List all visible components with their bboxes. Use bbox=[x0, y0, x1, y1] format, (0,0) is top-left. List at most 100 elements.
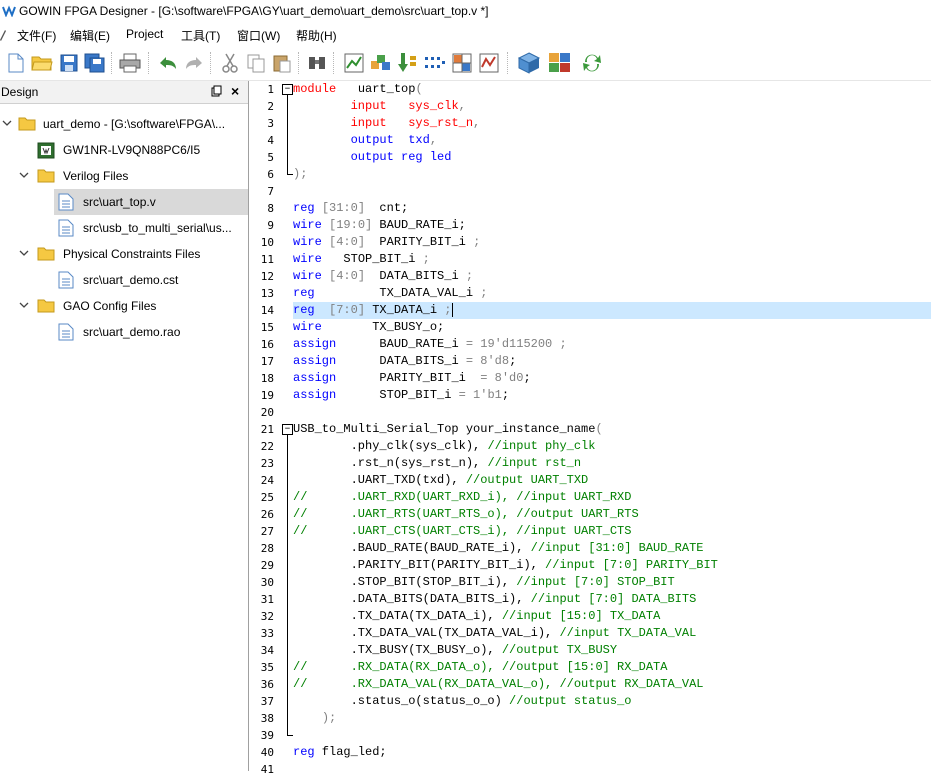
code-line[interactable]: output txd, bbox=[293, 132, 931, 149]
code-line[interactable] bbox=[293, 761, 931, 778]
code-line[interactable]: .status_o(status_o_o) //output status_o bbox=[293, 693, 931, 710]
code-line[interactable]: .PARITY_BIT(PARITY_BIT_i), //input [7:0]… bbox=[293, 557, 931, 574]
code-line[interactable]: wire STOP_BIT_i ; bbox=[293, 251, 931, 268]
line-number: 29 bbox=[260, 559, 274, 572]
code-line[interactable]: output reg led bbox=[293, 149, 931, 166]
code-line[interactable]: USB_to_Multi_Serial_Top your_instance_na… bbox=[293, 421, 931, 438]
float-panel-icon[interactable] bbox=[211, 85, 222, 97]
code-line[interactable]: input sys_clk, bbox=[293, 98, 931, 115]
code-line[interactable]: .TX_DATA_VAL(TX_DATA_VAL_i), //input TX_… bbox=[293, 625, 931, 642]
line-number: 2 bbox=[267, 100, 274, 113]
code-token: ( bbox=[415, 82, 423, 96]
code-line[interactable]: reg TX_DATA_VAL_i ; bbox=[293, 285, 931, 302]
menu-project[interactable]: Project bbox=[126, 27, 163, 41]
window-title: GOWIN FPGA Designer - [G:\software\FPGA\… bbox=[19, 4, 489, 18]
paste-icon[interactable] bbox=[270, 51, 294, 75]
line-number: 17 bbox=[260, 355, 274, 368]
code-line[interactable]: assign BAUD_RATE_i = 19'd115200 ; bbox=[293, 336, 931, 353]
pin-planner-icon[interactable] bbox=[423, 51, 447, 75]
copy-icon[interactable] bbox=[244, 51, 268, 75]
tree-item-usb-to-multi-serial[interactable]: src\usb_to_multi_serial\us... bbox=[54, 215, 248, 241]
synthesize-icon[interactable] bbox=[342, 51, 366, 75]
find-icon[interactable] bbox=[305, 51, 329, 75]
tree-item-project[interactable]: uart_demo - [G:\software\FPGA\... bbox=[0, 111, 248, 137]
code-line[interactable]: // .RX_DATA(RX_DATA_o), //output [15:0] … bbox=[293, 659, 931, 676]
code-line[interactable]: wire [4:0] DATA_BITS_i ; bbox=[293, 268, 931, 285]
code-line[interactable] bbox=[293, 727, 931, 744]
code-line[interactable]: assign PARITY_BIT_i = 8'd0; bbox=[293, 370, 931, 387]
line-number: 26 bbox=[260, 508, 274, 521]
code-line[interactable]: .BAUD_RATE(BAUD_RATE_i), //input [31:0] … bbox=[293, 540, 931, 557]
ip-core-icon[interactable] bbox=[517, 51, 541, 75]
menu-help[interactable]: 帮助(H) bbox=[296, 27, 337, 44]
tree-item-uart-demo-rao[interactable]: src\uart_demo.rao bbox=[54, 319, 248, 345]
code-line[interactable]: reg [31:0] cnt; bbox=[293, 200, 931, 217]
tree-item-device[interactable]: GW1NR-LV9QN88PC6/I5 bbox=[0, 137, 248, 163]
code-line[interactable]: // .UART_RXD(UART_RXD_i), //input UART_R… bbox=[293, 489, 931, 506]
code-line[interactable]: // .UART_RTS(UART_RTS_o), //output UART_… bbox=[293, 506, 931, 523]
code-line[interactable]: .TX_DATA(TX_DATA_i), //input [15:0] TX_D… bbox=[293, 608, 931, 625]
code-line[interactable]: assign DATA_BITS_i = 8'd8; bbox=[293, 353, 931, 370]
code-line[interactable]: module uart_top( bbox=[293, 81, 931, 98]
print-icon[interactable] bbox=[118, 51, 142, 75]
code-line[interactable]: wire [4:0] PARITY_BIT_i ; bbox=[293, 234, 931, 251]
code-line[interactable]: .rst_n(sys_rst_n), //input rst_n bbox=[293, 455, 931, 472]
gao-icon[interactable] bbox=[477, 51, 501, 75]
code-line[interactable]: .phy_clk(sys_clk), //input phy_clk bbox=[293, 438, 931, 455]
tree-item-uart-demo-cst[interactable]: src\uart_demo.cst bbox=[54, 267, 248, 293]
save-icon[interactable] bbox=[57, 51, 81, 75]
code-line[interactable]: ); bbox=[293, 166, 931, 183]
menu-window[interactable]: 窗口(W) bbox=[237, 27, 280, 44]
line-number: 21 bbox=[260, 423, 274, 436]
open-folder-icon[interactable] bbox=[30, 51, 54, 75]
line-number: 15 bbox=[260, 321, 274, 334]
code-line[interactable]: .DATA_BITS(DATA_BITS_i), //input [7:0] D… bbox=[293, 591, 931, 608]
chevron-down-icon[interactable] bbox=[19, 301, 29, 309]
menu-file[interactable]: 文件(F) bbox=[17, 27, 56, 44]
code-line[interactable]: .UART_TXD(txd), //output UART_TXD bbox=[293, 472, 931, 489]
cut-icon[interactable] bbox=[218, 51, 242, 75]
program-icon[interactable] bbox=[396, 51, 420, 75]
redo-icon[interactable] bbox=[182, 51, 206, 75]
code-line[interactable]: wire [19:0] BAUD_RATE_i; bbox=[293, 217, 931, 234]
line-number: 38 bbox=[260, 712, 274, 725]
tree-item-physical-constraints[interactable]: Physical Constraints Files bbox=[0, 241, 248, 267]
title-bar: GOWIN FPGA Designer - [G:\software\FPGA\… bbox=[0, 0, 931, 24]
code-line[interactable]: assign STOP_BIT_i = 1'b1; bbox=[293, 387, 931, 404]
undo-icon[interactable] bbox=[156, 51, 180, 75]
code-line[interactable]: input sys_rst_n, bbox=[293, 115, 931, 132]
code-line[interactable]: reg flag_led; bbox=[293, 744, 931, 761]
floorplan-icon[interactable] bbox=[548, 51, 572, 75]
code-line[interactable]: .STOP_BIT(STOP_BIT_i), //input [7:0] STO… bbox=[293, 574, 931, 591]
save-all-icon[interactable] bbox=[83, 51, 107, 75]
code-editor[interactable]: 1 2 3 4 5 6 7 8 9 10 11 12 13 14 15 16 17 18 19 20 21 22 23 24 2… bbox=[252, 81, 931, 776]
code-token: .status_o(status_o_o) bbox=[293, 694, 510, 708]
code-line[interactable] bbox=[293, 404, 931, 421]
tree-item-verilog-files[interactable]: Verilog Files bbox=[0, 163, 248, 189]
new-file-icon[interactable] bbox=[4, 51, 28, 75]
line-number: 5 bbox=[267, 151, 274, 164]
chevron-down-icon[interactable] bbox=[19, 171, 29, 179]
code-line[interactable]: ); bbox=[293, 710, 931, 727]
close-panel-icon[interactable]: × bbox=[231, 83, 239, 99]
code-line[interactable]: .TX_BUSY(TX_BUSY_o), //output TX_BUSY bbox=[293, 642, 931, 659]
menu-edit[interactable]: 编辑(E) bbox=[70, 27, 110, 44]
code-token: , bbox=[458, 99, 466, 113]
code-line[interactable]: wire TX_BUSY_o; bbox=[293, 319, 931, 336]
code-line[interactable]: reg [7:0] TX_DATA_i ; bbox=[293, 302, 931, 319]
timing-constraints-icon[interactable] bbox=[450, 51, 474, 75]
tree-item-gao-config[interactable]: GAO Config Files bbox=[0, 293, 248, 319]
code-line[interactable] bbox=[293, 183, 931, 200]
chevron-down-icon[interactable] bbox=[2, 119, 12, 127]
place-route-icon[interactable] bbox=[369, 51, 393, 75]
code-line[interactable]: // .UART_CTS(UART_CTS_i), //input UART_C… bbox=[293, 523, 931, 540]
refresh-icon[interactable] bbox=[580, 51, 604, 75]
tree-item-uart-top[interactable]: src\uart_top.v bbox=[54, 189, 248, 215]
toolbar-separator bbox=[333, 52, 334, 74]
code-line[interactable]: // .RX_DATA_VAL(RX_DATA_VAL_o), //output… bbox=[293, 676, 931, 693]
menu-tools[interactable]: 工具(T) bbox=[181, 27, 220, 44]
line-number: 3 bbox=[267, 117, 274, 130]
chevron-down-icon[interactable] bbox=[19, 249, 29, 257]
